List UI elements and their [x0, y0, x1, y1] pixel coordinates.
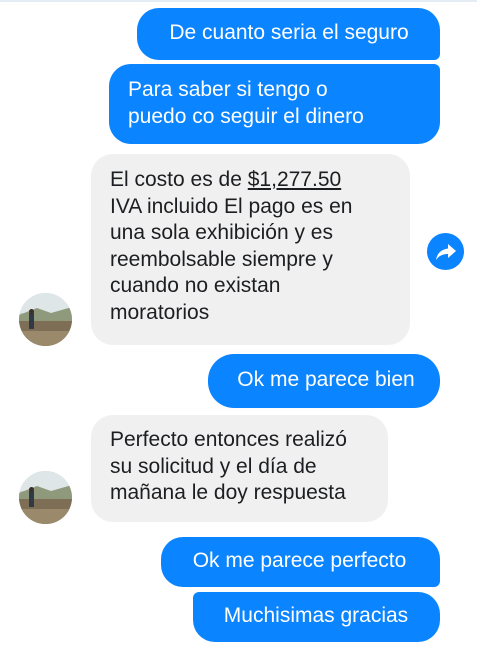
- share-arrow-glyph: [435, 243, 456, 260]
- message-text: Perfecto entonces realizó: [110, 428, 347, 451]
- outgoing-message[interactable]: Ok me parece bien: [208, 354, 440, 408]
- message-text: El costo es de: [110, 168, 248, 191]
- outgoing-message[interactable]: Para saber si tengo o puedo co seguir el…: [109, 64, 440, 144]
- message-text: Para saber si tengo o: [128, 78, 328, 101]
- share-arrow-icon[interactable]: [427, 233, 464, 270]
- message-text: De cuanto seria el seguro: [169, 21, 409, 44]
- message-text: su solicitud y el día de: [110, 454, 317, 478]
- message-text: Muchisimas gracias: [223, 604, 409, 627]
- incoming-message[interactable]: Perfecto entonces realizó su solicitud y…: [91, 415, 388, 522]
- outgoing-message[interactable]: Muchisimas gracias: [193, 592, 440, 642]
- message-text: puedo co seguir el dinero: [128, 104, 364, 128]
- chat-thread: De cuanto seria el seguro Para saber si …: [0, 0, 477, 652]
- message-text-line: El costo es de $1,277.50: [110, 167, 392, 194]
- message-text: una sola exhibición y es: [110, 221, 333, 244]
- message-text: Ok me parece perfecto: [192, 549, 407, 572]
- price-link[interactable]: $1,277.50: [248, 168, 341, 191]
- contact-avatar[interactable]: [19, 471, 72, 524]
- message-text: cuando no existan: [110, 274, 281, 297]
- message-text: Ok me parece bien: [237, 368, 415, 391]
- message-text: IVA incluido El pago es en: [110, 194, 353, 218]
- header-edge: [0, 0, 477, 2]
- avatar-photo: [19, 471, 72, 524]
- incoming-message[interactable]: El costo es de $1,277.50 IVA incluido El…: [91, 154, 410, 345]
- outgoing-message[interactable]: Ok me parece perfecto: [161, 537, 440, 587]
- outgoing-message[interactable]: De cuanto seria el seguro: [137, 8, 440, 60]
- contact-avatar[interactable]: [19, 293, 72, 346]
- avatar-photo: [19, 293, 72, 346]
- message-text: moratorios: [110, 300, 210, 324]
- message-text: reembolsable siempre y: [110, 247, 333, 271]
- message-text: mañana le doy respuesta: [110, 481, 346, 504]
